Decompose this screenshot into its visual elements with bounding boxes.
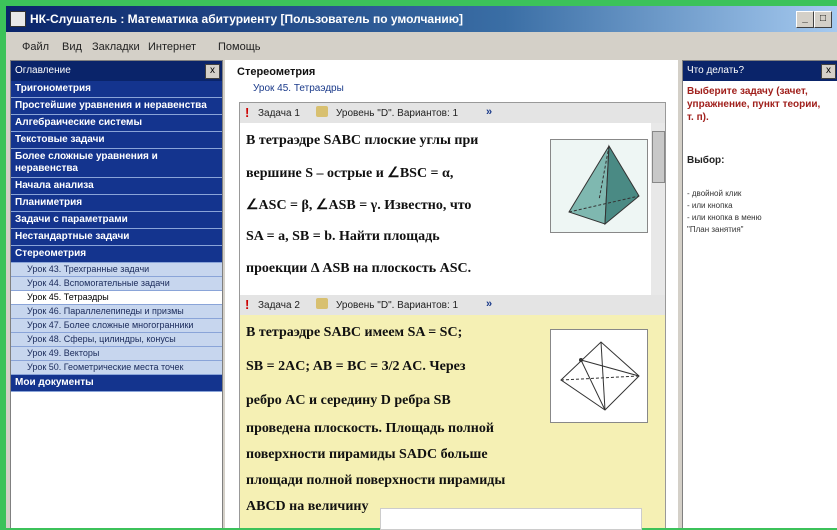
contents-title: Оглавление xyxy=(15,65,71,76)
help-close-button[interactable]: x xyxy=(821,64,836,79)
task1-label: Задача 1 xyxy=(258,108,300,119)
breadcrumb-section[interactable]: Стереометрия xyxy=(237,66,315,78)
exclamation-icon: ! xyxy=(245,297,250,312)
sidebar-item-simple-equations[interactable]: Простейшие уравнения и неравенства xyxy=(11,98,222,115)
sidebar-item-stereometry[interactable]: Стереометрия xyxy=(11,246,222,263)
task1-body[interactable]: В тетраэдре SABC плоские углы при вершин… xyxy=(240,123,665,295)
menu-internet[interactable]: Интернет xyxy=(148,41,196,53)
task2-forward-icon[interactable]: » xyxy=(486,298,492,310)
hand-icon xyxy=(316,298,328,309)
content-panel: Стереометрия Урок 45. Тетраэдры ! Задача… xyxy=(225,60,678,528)
help-panel: Что делать? x Выберите задачу (зачет, уп… xyxy=(682,60,837,528)
sidebar-item-calculus[interactable]: Начала анализа xyxy=(11,178,222,195)
sidebar-item-planimetry[interactable]: Планиметрия xyxy=(11,195,222,212)
menu-view[interactable]: Вид xyxy=(62,41,82,53)
task2-line: В тетраэдре SABC имеем SA = SC; xyxy=(246,325,463,340)
help-instruction: Выберите задачу (зачет, упражнение, пунк… xyxy=(687,86,821,123)
minimize-button[interactable]: _ xyxy=(796,11,814,28)
menu-bar: Файл Вид Закладки Интернет Помощь xyxy=(6,32,837,60)
pyramid-drawing xyxy=(560,341,640,411)
task2-line: поверхности пирамиды SADC больше xyxy=(246,447,488,462)
task-list: ! Задача 1 Уровень "D". Вариантов: 1 » В… xyxy=(239,102,666,528)
help-header: Что делать? x xyxy=(683,61,837,81)
task2-label: Задача 2 xyxy=(258,300,300,311)
scrollbar-thumb[interactable] xyxy=(652,131,665,183)
sidebar-item-parameters[interactable]: Задачи с параметрами xyxy=(11,212,222,229)
title-bar: НК-Слушатель : Математика абитуриенту [П… xyxy=(6,6,837,32)
exclamation-icon: ! xyxy=(245,105,250,120)
lesson-item-48[interactable]: Урок 48. Сферы, цилиндры, конусы xyxy=(11,333,222,347)
task2-line: площади полной поверхности пирамиды xyxy=(246,473,506,488)
choice-label: Выбор: xyxy=(687,155,725,166)
menu-bookmarks[interactable]: Закладки xyxy=(92,41,140,53)
contents-header: Оглавление x xyxy=(11,61,222,81)
sidebar-item-nonstandard[interactable]: Нестандартные задачи xyxy=(11,229,222,246)
lesson-item-45[interactable]: Урок 45. Тетраэдры xyxy=(11,291,222,305)
help-title: Что делать? xyxy=(687,65,745,76)
pyramid-figure xyxy=(550,329,648,423)
task2-body[interactable]: В тетраэдре SABC имеем SA = SC; SB = 2AC… xyxy=(240,315,665,528)
task2-header[interactable]: ! Задача 2 Уровень "D". Вариантов: 1 » xyxy=(240,295,665,316)
task1-line: вершине S – острые и ∠BSC = α, xyxy=(246,166,454,181)
task2-line: ABCD на величину xyxy=(246,499,369,514)
sidebar-item-algebraic-systems[interactable]: Алгебраические системы xyxy=(11,115,222,132)
contents-close-button[interactable]: x xyxy=(205,64,220,79)
breadcrumb-lesson[interactable]: Урок 45. Тетраэдры xyxy=(253,83,344,94)
contents-panel: Оглавление x Тригонометрия Простейшие ур… xyxy=(10,60,223,528)
task1-line: В тетраэдре SABC плоские углы при xyxy=(246,133,479,148)
app-icon xyxy=(10,11,26,27)
lesson-item-46[interactable]: Урок 46. Параллелепипеды и призмы xyxy=(11,305,222,319)
lesson-item-43[interactable]: Урок 43. Трехгранные задачи xyxy=(11,263,222,277)
maximize-button[interactable]: □ xyxy=(814,11,832,28)
window-title: НК-Слушатель : Математика абитуриенту [П… xyxy=(30,12,463,26)
hand-icon xyxy=(316,106,328,117)
tetrahedron-drawing xyxy=(568,144,640,226)
task1-line: SA = a, SB = b. Найти площадь xyxy=(246,229,440,244)
sidebar-item-trigonometry[interactable]: Тригонометрия xyxy=(11,81,222,98)
tetrahedron-figure xyxy=(550,139,648,233)
sidebar-item-complex-equations[interactable]: Более сложные уравнения и неравенства xyxy=(11,149,222,178)
task1-line: ∠ASC = β, ∠ASB = γ. Известно, что xyxy=(246,198,472,213)
lesson-item-47[interactable]: Урок 47. Более сложные многогранники xyxy=(11,319,222,333)
task2-line: SB = 2AC; AB = BC = 3/2 AC. Через xyxy=(246,359,466,374)
task2-line: ребро AC и середину D ребра SB xyxy=(246,393,451,408)
task-scrollbar[interactable] xyxy=(651,123,665,295)
task1-line: проекции Δ ASB на плоскость ASC. xyxy=(246,261,472,276)
option-double-click: - двойной клик xyxy=(687,189,742,198)
lesson-item-49[interactable]: Урок 49. Векторы xyxy=(11,347,222,361)
task1-level: Уровень "D". Вариантов: 1 xyxy=(336,108,459,119)
menu-help[interactable]: Помощь xyxy=(218,41,261,53)
task2-line: проведена плоскость. Площадь полной xyxy=(246,421,494,436)
option-menu-button: - или кнопка в меню xyxy=(687,213,762,222)
option-button: - или кнопка xyxy=(687,201,733,210)
task1-header[interactable]: ! Задача 1 Уровень "D". Вариантов: 1 » xyxy=(240,103,665,124)
sidebar-item-word-problems[interactable]: Текстовые задачи xyxy=(11,132,222,149)
task2-level: Уровень "D". Вариантов: 1 xyxy=(336,300,459,311)
tooltip-box xyxy=(380,508,642,530)
sidebar-item-my-documents[interactable]: Мои документы xyxy=(11,375,222,392)
lesson-item-44[interactable]: Урок 44. Вспомогательные задачи xyxy=(11,277,222,291)
app-window: НК-Слушатель : Математика абитуриенту [П… xyxy=(6,6,837,528)
menu-file[interactable]: Файл xyxy=(22,41,49,53)
option-lesson-plan: "План занятия" xyxy=(687,225,744,234)
lesson-item-50[interactable]: Урок 50. Геометрические места точек xyxy=(11,361,222,375)
task1-forward-icon[interactable]: » xyxy=(486,106,492,118)
